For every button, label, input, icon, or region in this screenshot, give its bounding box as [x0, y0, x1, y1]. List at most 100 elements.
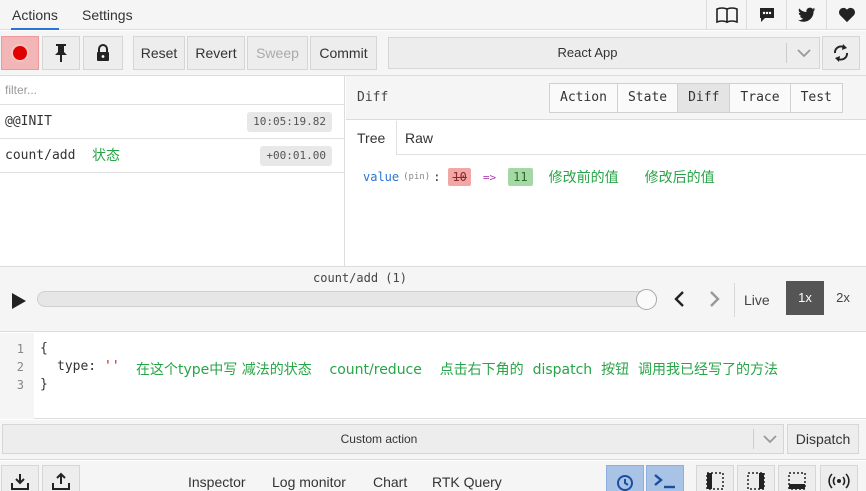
dock-bottom-button[interactable]: [778, 465, 816, 491]
remote-icon: [828, 473, 850, 489]
chevron-down-icon[interactable]: [787, 38, 820, 68]
action-list-panel: @@INIT 10:05:19.82 count/add 状态 +00:01.0…: [0, 76, 345, 266]
action-name: count/add: [5, 148, 76, 163]
play-icon[interactable]: [9, 291, 29, 311]
custom-action-label: Custom action: [340, 432, 418, 446]
lock-button[interactable]: [83, 36, 123, 70]
monitor-header: Diff Action State Diff Trace Test: [346, 76, 866, 120]
diff-arrow: =>: [482, 170, 497, 184]
bottom-bar: Inspector Log monitor Chart RTK Query: [0, 461, 866, 491]
revert-button[interactable]: Revert: [187, 36, 245, 70]
line-number: 3: [16, 378, 24, 392]
custom-action-bar: Custom action Dispatch: [0, 420, 866, 460]
subtab-raw[interactable]: Raw: [394, 121, 444, 155]
dock-left-button[interactable]: [696, 465, 734, 491]
code-line: {: [40, 341, 48, 356]
filter-box: [0, 76, 344, 105]
dock-left-icon: [706, 472, 724, 490]
commit-button[interactable]: Commit: [310, 36, 377, 70]
action-name: @@INIT: [5, 114, 52, 129]
action-timestamp: +00:01.00: [260, 146, 332, 166]
line-gutter: 1 2 3: [0, 333, 34, 419]
speed-1x-button[interactable]: 1x: [786, 281, 824, 315]
dispatch-button[interactable]: Dispatch: [787, 424, 859, 454]
diff-colon: :: [433, 170, 441, 184]
monitor-tab-inspector[interactable]: Inspector: [188, 474, 246, 490]
monitor-tab-chart[interactable]: Chart: [373, 474, 407, 490]
slider-label: count/add (1): [313, 271, 407, 285]
filter-input[interactable]: [0, 76, 344, 104]
terminal-button[interactable]: [646, 465, 684, 491]
tab-diff[interactable]: Diff: [678, 84, 731, 112]
action-item-count-add[interactable]: count/add 状态 +00:01.00: [0, 139, 344, 173]
monitor-title: Diff: [357, 90, 389, 105]
tab-state[interactable]: State: [617, 84, 679, 112]
remote-button[interactable]: [820, 465, 858, 491]
live-button[interactable]: Live: [744, 283, 770, 317]
sync-button[interactable]: [822, 36, 860, 70]
tab-trace[interactable]: Trace: [730, 84, 791, 112]
sync-icon: [834, 44, 848, 62]
timer-button[interactable]: [606, 465, 644, 491]
speed-2x-button[interactable]: 2x: [826, 281, 860, 315]
reset-button[interactable]: Reset: [133, 36, 185, 70]
divider: [734, 283, 735, 317]
export-icon: [52, 472, 70, 490]
record-button[interactable]: [1, 36, 39, 70]
code-line: }: [40, 377, 48, 392]
tab-actions[interactable]: Actions: [11, 0, 59, 30]
annotation-instruction: 在这个type中写 减法的状态 count/reduce 点击右下角的 disp…: [136, 362, 778, 378]
timeline-slider-bar: count/add (1) Live 1x 2x: [0, 266, 866, 332]
monitor-tab-log-monitor[interactable]: Log monitor: [272, 474, 346, 490]
chat-icon[interactable]: [746, 0, 786, 30]
sweep-button[interactable]: Sweep: [247, 36, 308, 70]
diff-pin-button[interactable]: (pin): [403, 172, 430, 182]
timer-icon: [617, 475, 633, 491]
monitor-tabs: Action State Diff Trace Test: [549, 83, 843, 113]
action-toolbar: Reset Revert Sweep Commit React App: [0, 31, 866, 76]
diff-subtabs: Tree Raw: [346, 121, 866, 155]
chevron-right-icon[interactable]: [704, 289, 724, 309]
annotation-new-value: 修改后的值: [644, 170, 715, 186]
diff-new-value: 11: [508, 168, 533, 186]
action-timestamp: 10:05:19.82: [247, 112, 332, 132]
slider-thumb[interactable]: [636, 289, 657, 310]
subtab-tree[interactable]: Tree: [346, 121, 398, 155]
custom-action-editor[interactable]: 1 2 3 { type: '' } 在这个type中写 减法的状态 count…: [0, 333, 866, 419]
import-icon: [11, 474, 29, 490]
tab-action[interactable]: Action: [550, 84, 618, 112]
instance-label: React App: [557, 45, 618, 60]
tab-settings[interactable]: Settings: [82, 0, 133, 30]
tab-test[interactable]: Test: [790, 84, 842, 112]
twitter-icon[interactable]: [786, 0, 826, 30]
dock-right-icon: [747, 472, 765, 490]
dock-bottom-icon: [788, 472, 806, 490]
pin-icon: [55, 44, 67, 62]
import-button[interactable]: [1, 465, 39, 491]
heart-icon[interactable]: [826, 0, 866, 30]
lock-icon: [97, 44, 109, 61]
line-number: 1: [16, 342, 24, 356]
annotation-text: 状态: [92, 148, 120, 164]
monitor-tab-rtk-query[interactable]: RTK Query: [432, 474, 502, 490]
chevron-left-icon[interactable]: [670, 289, 690, 309]
chevron-down-icon[interactable]: [755, 425, 785, 453]
top-tab-bar: Actions Settings: [0, 0, 866, 30]
book-icon[interactable]: [706, 0, 746, 30]
diff-row: value (pin) : 10 => 11 修改前的值 修改后的值: [363, 166, 715, 188]
divider: [753, 429, 754, 449]
record-icon: [13, 46, 27, 60]
action-item-init[interactable]: @@INIT 10:05:19.82: [0, 105, 344, 139]
instance-select[interactable]: React App: [388, 37, 820, 69]
dock-right-button[interactable]: [737, 465, 775, 491]
slider-track[interactable]: [37, 291, 657, 307]
export-button[interactable]: [42, 465, 80, 491]
diff-old-value: 10: [448, 168, 471, 186]
annotation-old-value: 修改前的值: [548, 170, 619, 186]
pin-button[interactable]: [42, 36, 80, 70]
code-type-key: type:: [57, 359, 97, 374]
monitor-panel: Diff Action State Diff Trace Test Tree R…: [346, 76, 866, 266]
custom-action-select[interactable]: Custom action: [2, 424, 784, 454]
terminal-icon: [654, 474, 675, 489]
diff-key: value: [363, 170, 400, 184]
